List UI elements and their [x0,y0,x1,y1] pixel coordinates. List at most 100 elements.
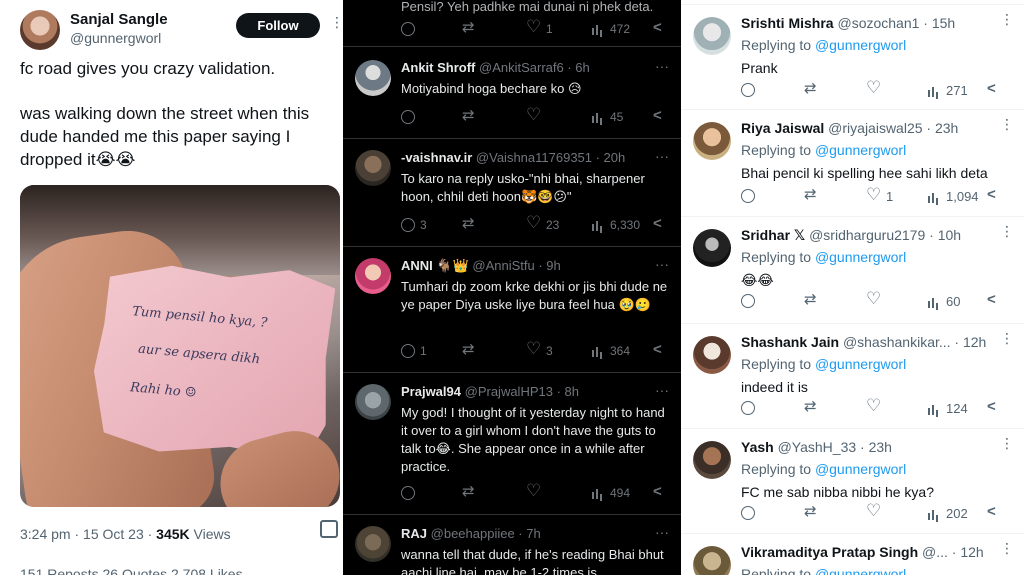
avatar[interactable] [693,441,731,479]
reply-author-handle[interactable]: @AnkitSarraf6 · 6h [479,60,590,75]
reply-item[interactable]: -vaishnav.ir @Vaishna11769351 · 20h ··· … [343,140,681,246]
reply-author-handle[interactable]: @... · 12h [922,544,984,560]
reply-author-handle[interactable]: @beehappiiee · 7h [431,526,541,541]
avatar[interactable] [20,10,60,50]
replying-to-link[interactable]: @gunnergworl [815,461,906,477]
retweet-button[interactable] [804,397,819,415]
reply-item[interactable]: Ankit Shroff @AnkitSarraf6 · 6h ··· Moti… [343,50,681,138]
like-button[interactable] [866,78,881,98]
reply-item[interactable]: Yash @YashH_33 · 23h ⋮ Replying to @gunn… [681,429,1024,533]
share-button[interactable] [653,107,667,124]
avatar[interactable] [693,229,731,267]
like-button[interactable] [526,105,546,125]
share-button[interactable] [987,398,1001,415]
more-options-icon[interactable]: ⋮ [1000,435,1014,452]
like-button[interactable] [526,481,541,501]
reply-author-name[interactable]: Shashank Jain [741,334,839,350]
retweet-button[interactable] [462,18,482,36]
share-button[interactable] [987,291,1001,308]
views-button[interactable]: 364 [591,344,630,358]
like-button[interactable] [866,396,881,416]
like-button[interactable]: 3 [526,339,553,359]
views-button[interactable]: 202 [927,506,968,521]
reply-item[interactable]: RAJ @beehappiiee · 7h ··· wanna tell tha… [343,516,681,575]
like-button[interactable] [866,501,881,521]
reply-button[interactable]: 3 [401,218,427,232]
like-button[interactable]: 1 [866,185,893,205]
share-button[interactable] [653,215,667,232]
reply-button[interactable] [741,294,755,308]
views-button[interactable]: 60 [927,294,960,309]
replying-to-link[interactable]: @gunnergworl [815,566,906,575]
views-button[interactable]: 1,094 [927,189,979,204]
reply-author-handle[interactable]: @Vaishna11769351 · 20h [476,150,625,165]
avatar[interactable] [355,150,391,186]
retweet-button[interactable] [804,290,819,308]
reply-author-name[interactable]: Sridhar 𝕏 [741,227,805,243]
more-options-icon[interactable]: ⋮ [1000,223,1014,240]
post-timestamp[interactable]: 3:24 pm · 15 Oct 23 · [20,526,156,542]
views-button[interactable]: 271 [927,83,968,98]
share-button[interactable] [653,341,667,358]
avatar[interactable] [355,60,391,96]
share-button[interactable] [987,80,1001,97]
reply-author-handle[interactable]: @sridharguru2179 · 10h [809,227,961,243]
reply-item[interactable]: Riya Jaiswal @riyajaiswal25 · 23h ⋮ Repl… [681,110,1024,216]
share-button[interactable] [653,483,667,500]
replying-to-link[interactable]: @gunnergworl [815,356,906,372]
views-button[interactable]: 472 [591,22,630,36]
share-button[interactable] [653,19,667,36]
reply-author-handle[interactable]: @shashankikar... · 12h [843,334,986,350]
views-button[interactable]: 124 [927,401,968,416]
reply-item[interactable]: Sridhar 𝕏 @sridharguru2179 · 10h ⋮ Reply… [681,217,1024,323]
like-button[interactable] [866,289,881,309]
reply-button[interactable] [401,22,420,36]
reply-author-handle[interactable]: @sozochan1 · 15h [837,15,955,31]
avatar[interactable] [355,526,391,562]
author-name[interactable]: Sanjal Sangle [70,11,168,28]
retweet-button[interactable] [804,185,819,203]
reply-author-name[interactable]: Riya Jaiswal [741,120,824,136]
avatar[interactable] [693,336,731,374]
reply-author-name[interactable]: ANNI 🐐👑 [401,258,469,273]
reply-item[interactable]: Vikramaditya Pratap Singh @... · 12h ⋮ R… [681,534,1024,575]
more-options-icon[interactable]: ··· [655,58,669,74]
reply-author-name[interactable]: RAJ [401,526,427,541]
reply-item[interactable]: Srishti Mishra @sozochan1 · 15h ⋮ Replyi… [681,5,1024,109]
like-button[interactable]: 1 [526,17,553,37]
reply-item[interactable]: ANNI 🐐👑 @AnniStfu · 9h ··· Tumhari dp zo… [343,248,681,372]
avatar[interactable] [693,17,731,55]
more-options-icon[interactable]: ⋮ [1000,11,1014,28]
more-options-icon[interactable]: ⋮ [1000,330,1014,347]
reply-button[interactable] [741,506,755,520]
reply-author-handle[interactable]: @riyajaiswal25 · 23h [828,120,958,136]
views-button[interactable]: 6,330 [591,218,640,232]
retweet-button[interactable] [462,214,477,232]
share-button[interactable] [987,503,1001,520]
reply-button[interactable] [741,401,755,415]
reply-author-handle[interactable]: @AnniStfu · 9h [472,258,560,273]
avatar[interactable] [693,122,731,160]
more-options-icon[interactable]: ⋮ [1000,116,1014,133]
reply-item[interactable]: Pensil? Yeh padhke mai dunai ni phek det… [343,0,681,46]
retweet-button[interactable] [804,79,819,97]
reply-author-name[interactable]: Srishti Mishra [741,15,834,31]
reply-button[interactable] [741,83,755,97]
replying-to-link[interactable]: @gunnergworl [815,37,906,53]
reply-button[interactable] [401,110,420,124]
more-options-icon[interactable]: ··· [655,148,669,164]
post-stats[interactable]: 151 Reposts 26 Quotes 2,708 Likes [20,566,243,575]
views-button[interactable]: 494 [591,486,630,500]
reply-button[interactable] [401,486,415,500]
retweet-button[interactable] [462,482,477,500]
reply-author-handle[interactable]: @PrajwalHP13 · 8h [465,384,579,399]
retweet-button[interactable] [804,502,819,520]
avatar[interactable] [693,546,731,575]
analytics-icon[interactable] [320,520,338,538]
retweet-button[interactable] [462,340,477,358]
post-photo[interactable]: Tum pensil ho kya, ? aur se apsera dikh … [20,185,340,507]
reply-author-name[interactable]: Yash [741,439,774,455]
avatar[interactable] [355,258,391,294]
reply-author-name[interactable]: Prajwal94 [401,384,461,399]
retweet-button[interactable] [462,106,477,124]
